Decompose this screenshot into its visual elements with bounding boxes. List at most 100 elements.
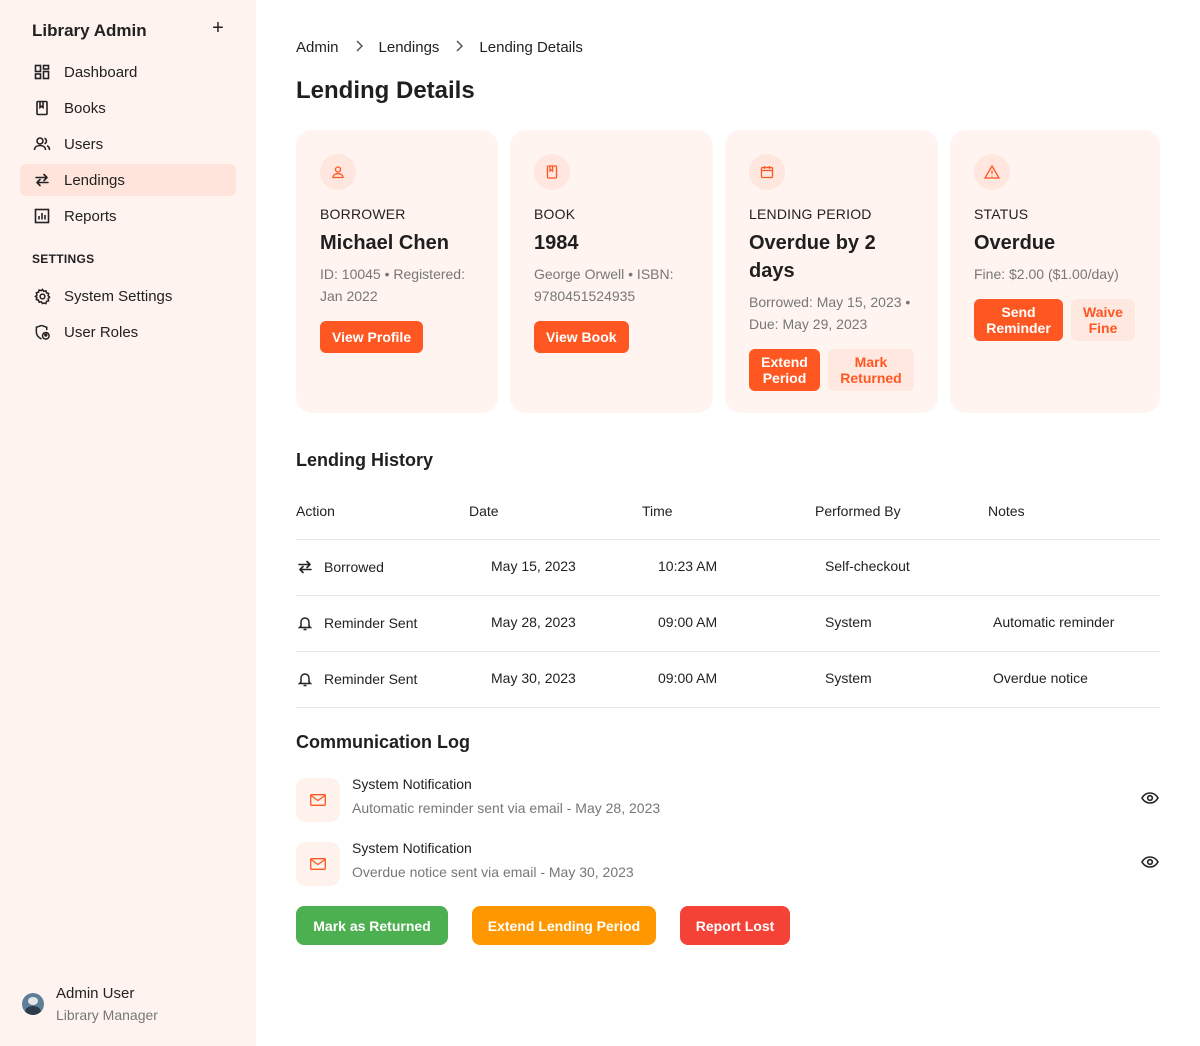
sidebar-item-label: Books [64,99,106,117]
sidebar-item-reports[interactable]: Reports [20,200,236,232]
status-card: STATUS Overdue Fine: $2.00 ($1.00/day) S… [950,130,1160,413]
view-profile-button[interactable]: View Profile [320,321,424,353]
date-cell: May 15, 2023 [491,558,576,574]
breadcrumb-current: Lending Details [479,39,583,56]
book-icon [33,99,51,117]
column-header-action: Action [296,503,335,519]
divider [296,651,1160,652]
sidebar-item-label: System Settings [64,287,173,305]
borrower-details: ID: 10045 • Registered: Jan 2022 [320,266,465,304]
sidebar-item-books[interactable]: Books [20,92,236,124]
card-label: BORROWER [320,206,406,222]
borrower-name: Michael Chen [320,232,449,254]
column-header-date: Date [469,503,499,519]
log-title: System Notification [352,840,472,856]
action-cell: Reminder Sent [296,670,417,688]
sidebar-item-label: Dashboard [64,63,138,81]
card-label: LENDING PERIOD [749,206,872,222]
add-button[interactable]: + [208,18,228,38]
report-lost-button[interactable]: Report Lost [680,906,790,945]
current-user[interactable]: Admin User Library Manager [22,985,158,1023]
action-label: Reminder Sent [324,615,418,631]
bell-icon [296,670,314,688]
waive-fine-button[interactable]: Waive Fine [1071,299,1135,341]
dashboard-icon [33,63,51,81]
book-icon [534,154,570,190]
brand-title: Library Admin [32,21,147,40]
sidebar-item-system-settings[interactable]: System Settings [20,280,236,312]
column-header-notes: Notes [988,503,1025,519]
breadcrumb: Admin Lendings Lending Details [296,39,583,56]
extend-period-button[interactable]: Extend Period [749,349,820,391]
bell-icon [296,614,314,632]
date-cell: May 28, 2023 [491,614,576,630]
send-reminder-button[interactable]: Send Reminder [974,299,1063,341]
warning-icon [974,154,1010,190]
mail-icon [296,778,340,822]
column-header-performed-by: Performed By [815,503,901,519]
sidebar-item-label: User Roles [64,323,139,341]
breadcrumb-lendings[interactable]: Lendings [379,39,440,56]
chevron-right-icon [355,40,363,55]
time-cell: 10:23 AM [658,558,718,574]
gear-icon [33,287,51,305]
view-book-button[interactable]: View Book [534,321,629,353]
action-label: Reminder Sent [324,671,418,687]
eye-icon[interactable] [1140,788,1160,808]
lending-history-title: Lending History [296,450,434,470]
fine-details: Fine: $2.00 ($1.00/day) [974,266,1119,282]
borrower-card: BORROWER Michael Chen ID: 10045 • Regist… [296,130,498,413]
mail-icon [296,842,340,886]
swap-icon [33,171,51,189]
status-value: Overdue [974,232,1056,254]
swap-icon [296,558,314,576]
mark-as-returned-button[interactable]: Mark as Returned [296,906,448,945]
chevron-right-icon [455,40,464,55]
sidebar-item-lendings[interactable]: Lendings [20,164,236,196]
divider [296,707,1160,708]
time-cell: 09:00 AM [658,614,718,630]
mark-returned-button[interactable]: Mark Returned [828,349,914,391]
divider [296,595,1160,596]
lending-period-card: LENDING PERIOD Overdue by 2 days Borrowe… [725,130,938,413]
log-description: Automatic reminder sent via email - May … [352,800,661,816]
users-icon [33,135,51,153]
communication-log-title: Communication Log [296,732,470,752]
action-label: Borrowed [324,559,384,575]
log-item: System Notification Overdue notice sent … [296,840,1160,888]
breadcrumb-admin[interactable]: Admin [296,39,339,56]
eye-icon[interactable] [1140,852,1160,872]
card-label: STATUS [974,206,1029,222]
user-icon [320,154,356,190]
extend-lending-period-button[interactable]: Extend Lending Period [472,906,656,945]
time-cell: 09:00 AM [658,670,718,686]
log-description: Overdue notice sent via email - May 30, … [352,864,634,880]
notes-cell: Automatic reminder [993,614,1115,630]
sidebar-item-dashboard[interactable]: Dashboard [20,56,236,88]
user-role: Library Manager [56,1007,158,1023]
avatar [22,993,44,1015]
overdue-value: Overdue by 2 days [749,232,876,282]
lending-dates: Borrowed: May 15, 2023 • Due: May 29, 20… [749,294,911,332]
log-title: System Notification [352,776,472,792]
sidebar-item-label: Lendings [64,171,125,189]
action-cell: Reminder Sent [296,614,417,632]
settings-section-label: SETTINGS [32,252,95,266]
performed-by-cell: System [825,614,872,630]
user-name: Admin User [56,985,135,1002]
action-cell: Borrowed [296,558,384,576]
performed-by-cell: Self-checkout [825,558,910,574]
page-title: Lending Details [296,77,475,104]
sidebar-item-users[interactable]: Users [20,128,236,160]
book-details: George Orwell • ISBN: 9780451524935 [534,266,674,304]
performed-by-cell: System [825,670,872,686]
sidebar-item-user-roles[interactable]: User Roles [20,316,236,348]
chart-icon [33,207,51,225]
sidebar-item-label: Reports [64,207,117,225]
column-header-time: Time [642,503,673,519]
book-title: 1984 [534,232,579,254]
log-item: System Notification Automatic reminder s… [296,776,1160,824]
sidebar-item-label: Users [64,135,104,153]
sidebar: Library Admin + Dashboard Books Users Le… [0,0,256,1046]
divider [296,539,1160,540]
